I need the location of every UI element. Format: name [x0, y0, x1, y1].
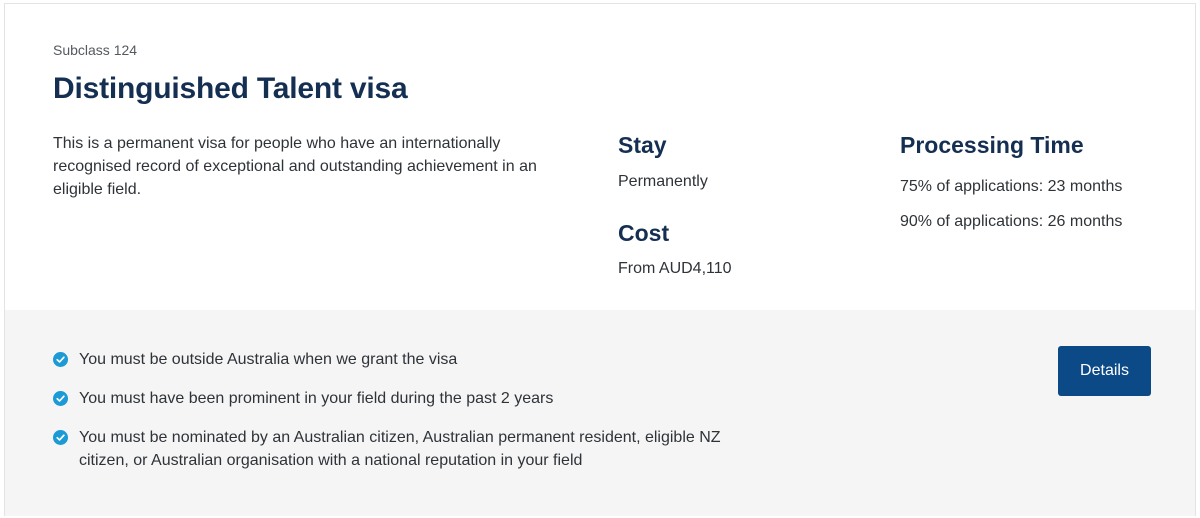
- visa-subclass: Subclass 124: [53, 42, 138, 58]
- check-circle-icon: [53, 430, 68, 445]
- details-button[interactable]: Details: [1058, 346, 1151, 396]
- requirement-item: You must have been prominent in your fie…: [53, 387, 753, 410]
- visa-description: This is a permanent visa for people who …: [53, 135, 537, 198]
- requirements-panel: You must be outside Australia when we gr…: [5, 310, 1195, 516]
- processing-heading: Processing Time: [900, 132, 1084, 158]
- stay-heading: Stay: [618, 132, 667, 158]
- visa-summary: Subclass 124 Distinguished Talent visa T…: [5, 4, 1195, 310]
- requirement-text: You must be nominated by an Australian c…: [79, 429, 721, 469]
- cost-value: From AUD4,110: [618, 260, 732, 277]
- check-circle-icon: [53, 391, 68, 406]
- requirement-item: You must be nominated by an Australian c…: [53, 426, 753, 472]
- stay-value: Permanently: [618, 173, 708, 190]
- requirement-item: You must be outside Australia when we gr…: [53, 348, 753, 371]
- requirement-text: You must be outside Australia when we gr…: [79, 351, 458, 368]
- visa-card: Subclass 124 Distinguished Talent visa T…: [4, 3, 1196, 516]
- processing-item: 75% of applications: 23 months: [900, 178, 1123, 195]
- check-circle-icon: [53, 352, 68, 367]
- requirement-text: You must have been prominent in your fie…: [79, 390, 554, 407]
- requirements-list: You must be outside Australia when we gr…: [53, 348, 753, 488]
- processing-item: 90% of applications: 26 months: [900, 213, 1123, 230]
- visa-title: Distinguished Talent visa: [53, 72, 408, 105]
- cost-heading: Cost: [618, 220, 670, 246]
